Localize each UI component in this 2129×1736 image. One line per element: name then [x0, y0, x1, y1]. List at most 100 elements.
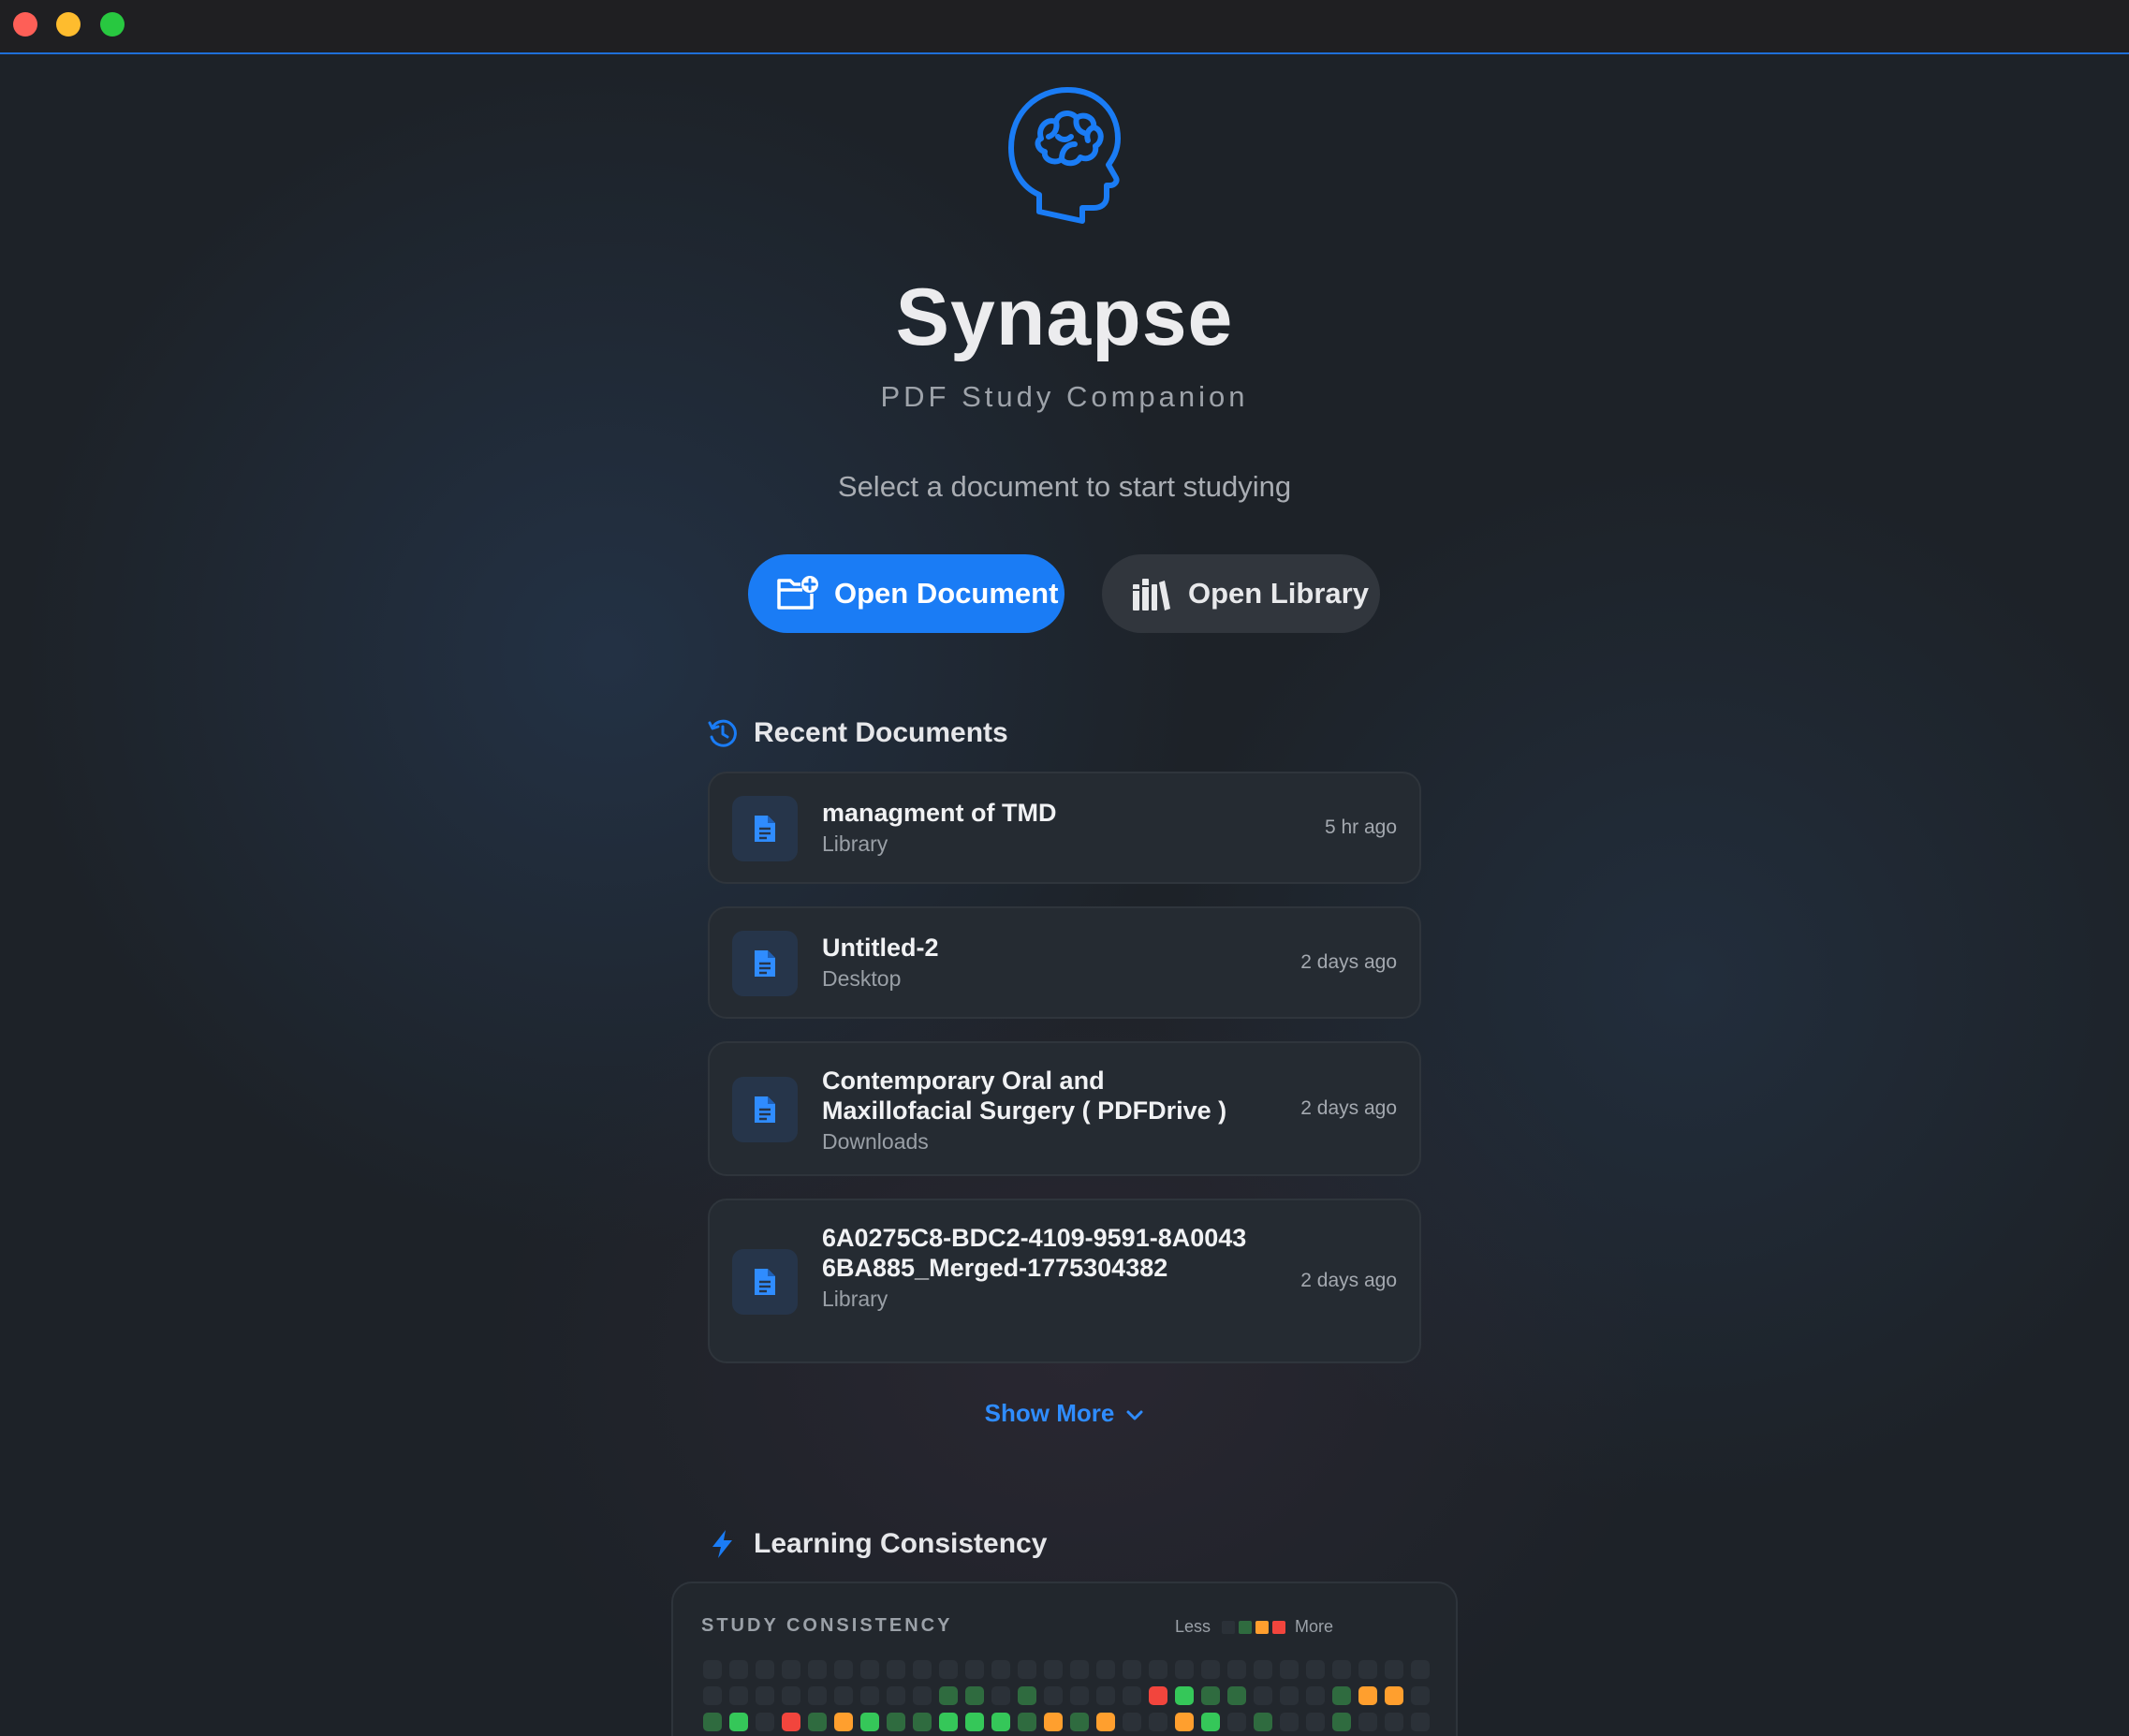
heatmap-cell — [1070, 1686, 1089, 1705]
document-time: 5 hr ago — [1324, 817, 1397, 838]
legend-less-label: Less — [1175, 1617, 1211, 1636]
document-name: 6A0275C8-BDC2-4109-9591-8A00436BA885_Mer… — [822, 1224, 1247, 1282]
heatmap-cell — [1201, 1660, 1220, 1679]
heatmap-cell — [834, 1660, 853, 1679]
heatmap-cell — [1332, 1660, 1351, 1679]
heatmap-cell — [834, 1713, 853, 1731]
title-bar — [0, 0, 2129, 54]
heatmap-cell — [834, 1686, 853, 1705]
heatmap-cell — [1096, 1660, 1115, 1679]
heatmap-cell — [1123, 1686, 1141, 1705]
open-library-button[interactable]: Open Library — [1102, 554, 1380, 633]
heatmap-cell — [860, 1686, 879, 1705]
open-document-button[interactable]: Open Document — [748, 554, 1064, 633]
heatmap-cell — [991, 1660, 1010, 1679]
document-icon — [732, 796, 798, 861]
heatmap-cell — [860, 1660, 879, 1679]
document-name: managment of TMD — [822, 799, 1057, 827]
recent-documents-title: Recent Documents — [754, 717, 1008, 748]
zoom-window-button[interactable] — [100, 12, 125, 37]
heatmap-cell — [703, 1713, 722, 1731]
document-icon — [732, 931, 798, 996]
heatmap-cell — [1411, 1713, 1430, 1731]
study-consistency-card: STUDY CONSISTENCY Less More — [671, 1582, 1458, 1736]
document-location: Library — [822, 831, 888, 856]
document-name: Untitled-2 — [822, 934, 939, 962]
heatmap-cell — [703, 1660, 722, 1679]
lightning-bolt-icon — [712, 1530, 732, 1558]
heatmap-cell — [1254, 1660, 1272, 1679]
heatmap-cell — [808, 1686, 827, 1705]
heatmap-cell — [1201, 1686, 1220, 1705]
document-time: 2 days ago — [1300, 1097, 1397, 1119]
recent-document-item[interactable]: Untitled-2 Desktop 2 days ago — [708, 906, 1421, 1019]
books-icon — [1133, 579, 1170, 611]
study-consistency-title: STUDY CONSISTENCY — [701, 1615, 953, 1636]
heatmap-cell — [1175, 1713, 1194, 1731]
heatmap-cell — [913, 1686, 932, 1705]
heatmap-cell — [1123, 1713, 1141, 1731]
heatmap-cell — [1385, 1660, 1403, 1679]
heatmap-cell — [887, 1686, 905, 1705]
heatmap-cell — [1227, 1660, 1246, 1679]
heatmap-cell — [1411, 1660, 1430, 1679]
document-time: 2 days ago — [1300, 1270, 1397, 1291]
heatmap-cell — [808, 1713, 827, 1731]
heatmap-cell — [1332, 1686, 1351, 1705]
heatmap-cell — [1306, 1660, 1325, 1679]
learning-consistency-title: Learning Consistency — [754, 1528, 1048, 1559]
heatmap-cell — [1044, 1660, 1063, 1679]
recent-document-item[interactable]: Contemporary Oral and Maxillofacial Surg… — [708, 1041, 1421, 1176]
heatmap-cell — [729, 1686, 748, 1705]
document-time: 2 days ago — [1300, 951, 1397, 973]
heatmap-cell — [1123, 1660, 1141, 1679]
heatmap-cell — [729, 1713, 748, 1731]
heatmap-cell — [1358, 1686, 1377, 1705]
document-location: Downloads — [822, 1129, 929, 1154]
recent-document-item[interactable]: managment of TMD Library 5 hr ago — [708, 772, 1421, 884]
heatmap-cell — [1175, 1660, 1194, 1679]
legend-swatch — [1255, 1620, 1270, 1634]
heatmap-cell — [729, 1660, 748, 1679]
heatmap-cell — [913, 1660, 932, 1679]
heatmap-cell — [1280, 1713, 1299, 1731]
app-subtitle: PDF Study Companion — [880, 380, 1249, 413]
heatmap-cell — [1018, 1713, 1036, 1731]
open-library-label: Open Library — [1188, 577, 1369, 610]
heatmap-cell — [1227, 1686, 1246, 1705]
recent-document-item[interactable]: 6A0275C8-BDC2-4109-9591-8A00436BA885_Mer… — [708, 1199, 1421, 1363]
heatmap-cell — [1385, 1713, 1403, 1731]
heatmap-cell — [1358, 1713, 1377, 1731]
heatmap-cell — [1306, 1686, 1325, 1705]
close-window-button[interactable] — [13, 12, 37, 37]
heatmap-cell — [1332, 1713, 1351, 1731]
heatmap-cell — [1096, 1713, 1115, 1731]
heatmap-cell — [782, 1660, 800, 1679]
heatmap-cell — [913, 1713, 932, 1731]
document-name: Contemporary Oral and Maxillofacial Surg… — [822, 1067, 1227, 1125]
history-clock-icon — [708, 719, 737, 747]
heatmap-cell — [1044, 1713, 1063, 1731]
heatmap-cell — [808, 1660, 827, 1679]
heatmap-cell — [1149, 1686, 1167, 1705]
heatmap-cell — [991, 1713, 1010, 1731]
heatmap-cell — [1254, 1686, 1272, 1705]
heatmap-cell — [1044, 1686, 1063, 1705]
minimize-window-button[interactable] — [56, 12, 81, 37]
heatmap-cell — [782, 1713, 800, 1731]
show-more-button[interactable]: Show More — [0, 1399, 2129, 1428]
heatmap-cell — [1018, 1686, 1036, 1705]
heatmap-cell — [1175, 1686, 1194, 1705]
heatmap-cell — [860, 1713, 879, 1731]
heatmap-cell — [1018, 1660, 1036, 1679]
app-window: Synapse PDF Study Companion Select a doc… — [0, 0, 2129, 1736]
open-document-label: Open Document — [834, 577, 1059, 610]
start-prompt: Select a document to start studying — [837, 470, 1292, 503]
heatmap-cell — [965, 1660, 984, 1679]
heatmap-cell — [1358, 1660, 1377, 1679]
heatmap-cell — [1254, 1713, 1272, 1731]
brain-head-icon — [1008, 87, 1121, 224]
show-more-label: Show More — [984, 1399, 1115, 1427]
heatmap-cell — [1385, 1686, 1403, 1705]
heatmap-cell — [939, 1660, 958, 1679]
